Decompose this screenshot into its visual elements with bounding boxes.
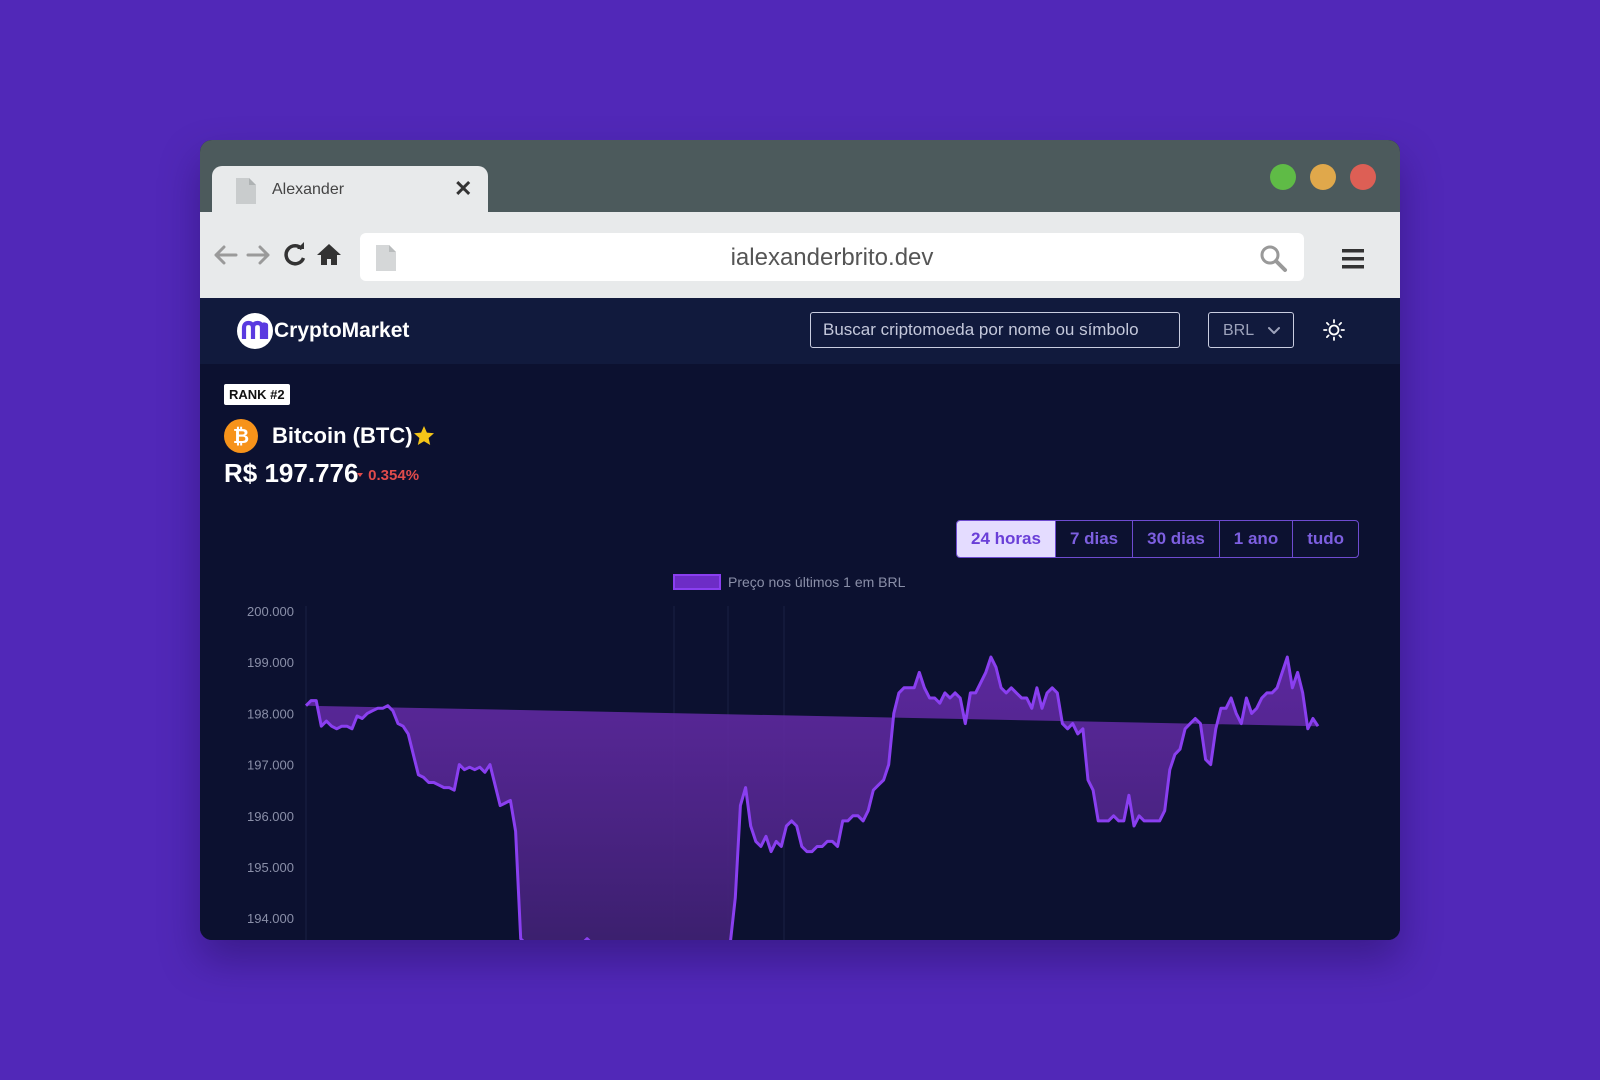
price-chart: Preço nos últimos 1 em BRL 200.000 199.00… bbox=[247, 574, 1320, 940]
star-icon[interactable] bbox=[412, 424, 436, 448]
y-tick-label: 196.000 bbox=[247, 809, 294, 824]
range-all-button[interactable]: tudo bbox=[1293, 521, 1358, 557]
logo-text[interactable]: CryptoMarket bbox=[274, 319, 409, 343]
address-bar[interactable]: ialexanderbrito.dev bbox=[360, 233, 1304, 281]
rank-badge: RANK #2 bbox=[224, 384, 290, 405]
y-tick-label: 195.000 bbox=[247, 860, 294, 875]
range-30d-button[interactable]: 30 dias bbox=[1133, 521, 1220, 557]
home-icon[interactable] bbox=[314, 240, 344, 270]
y-tick-label: 197.000 bbox=[247, 758, 294, 773]
page-content: CryptoMarket BRL RANK #2 ₿ Bitcoin (BTC) bbox=[200, 298, 1400, 940]
back-arrow-icon[interactable] bbox=[210, 240, 240, 270]
coin-price: R$ 197.776 bbox=[224, 458, 359, 488]
currency-select[interactable]: BRL bbox=[1208, 312, 1294, 348]
search-input[interactable] bbox=[810, 312, 1180, 348]
search-icon[interactable] bbox=[1258, 243, 1288, 273]
price-change: 0.354% bbox=[356, 467, 419, 484]
app-header: CryptoMarket BRL bbox=[200, 298, 1400, 364]
close-window-button[interactable] bbox=[1350, 164, 1376, 190]
coin-name: Bitcoin (BTC) bbox=[272, 423, 413, 448]
y-tick-label: 194.000 bbox=[247, 911, 294, 926]
y-tick-label: 199.000 bbox=[247, 655, 294, 670]
price-change-value: 0.354% bbox=[368, 467, 420, 484]
bitcoin-icon: ₿ bbox=[224, 419, 258, 453]
browser-tab[interactable]: Alexander ✕ bbox=[212, 166, 488, 212]
forward-arrow-icon[interactable] bbox=[244, 240, 274, 270]
browser-window: Alexander ✕ ialexanderbrito.dev CryptoMa… bbox=[200, 140, 1400, 940]
minimize-button[interactable] bbox=[1310, 164, 1336, 190]
currency-value: BRL bbox=[1223, 322, 1255, 339]
address-url: ialexanderbrito.dev bbox=[730, 244, 934, 271]
close-icon[interactable]: ✕ bbox=[454, 176, 472, 202]
range-24h-button[interactable]: 24 horas bbox=[957, 521, 1056, 557]
browser-titlebar: Alexander ✕ bbox=[200, 140, 1400, 212]
reload-icon[interactable] bbox=[280, 240, 310, 270]
legend-swatch bbox=[673, 574, 721, 590]
page-icon bbox=[236, 178, 256, 204]
y-tick-label: 198.000 bbox=[247, 706, 294, 721]
maximize-button[interactable] bbox=[1270, 164, 1296, 190]
range-7d-button[interactable]: 7 dias bbox=[1056, 521, 1134, 557]
browser-toolbar: ialexanderbrito.dev bbox=[200, 212, 1400, 298]
hamburger-menu-icon[interactable] bbox=[1342, 248, 1364, 270]
tab-title: Alexander bbox=[272, 181, 345, 198]
y-tick-label: 200.000 bbox=[247, 604, 294, 619]
logo-icon[interactable] bbox=[236, 312, 274, 350]
range-1y-button[interactable]: 1 ano bbox=[1220, 521, 1294, 557]
svg-text:₿: ₿ bbox=[233, 424, 249, 448]
chevron-down-icon bbox=[1268, 327, 1280, 334]
sun-icon[interactable] bbox=[1322, 318, 1346, 342]
caret-down-icon bbox=[357, 473, 363, 477]
time-range-selector: 24 horas 7 dias 30 dias 1 ano tudo bbox=[956, 520, 1360, 558]
legend-label: Preço nos últimos 1 em BRL bbox=[728, 574, 906, 590]
